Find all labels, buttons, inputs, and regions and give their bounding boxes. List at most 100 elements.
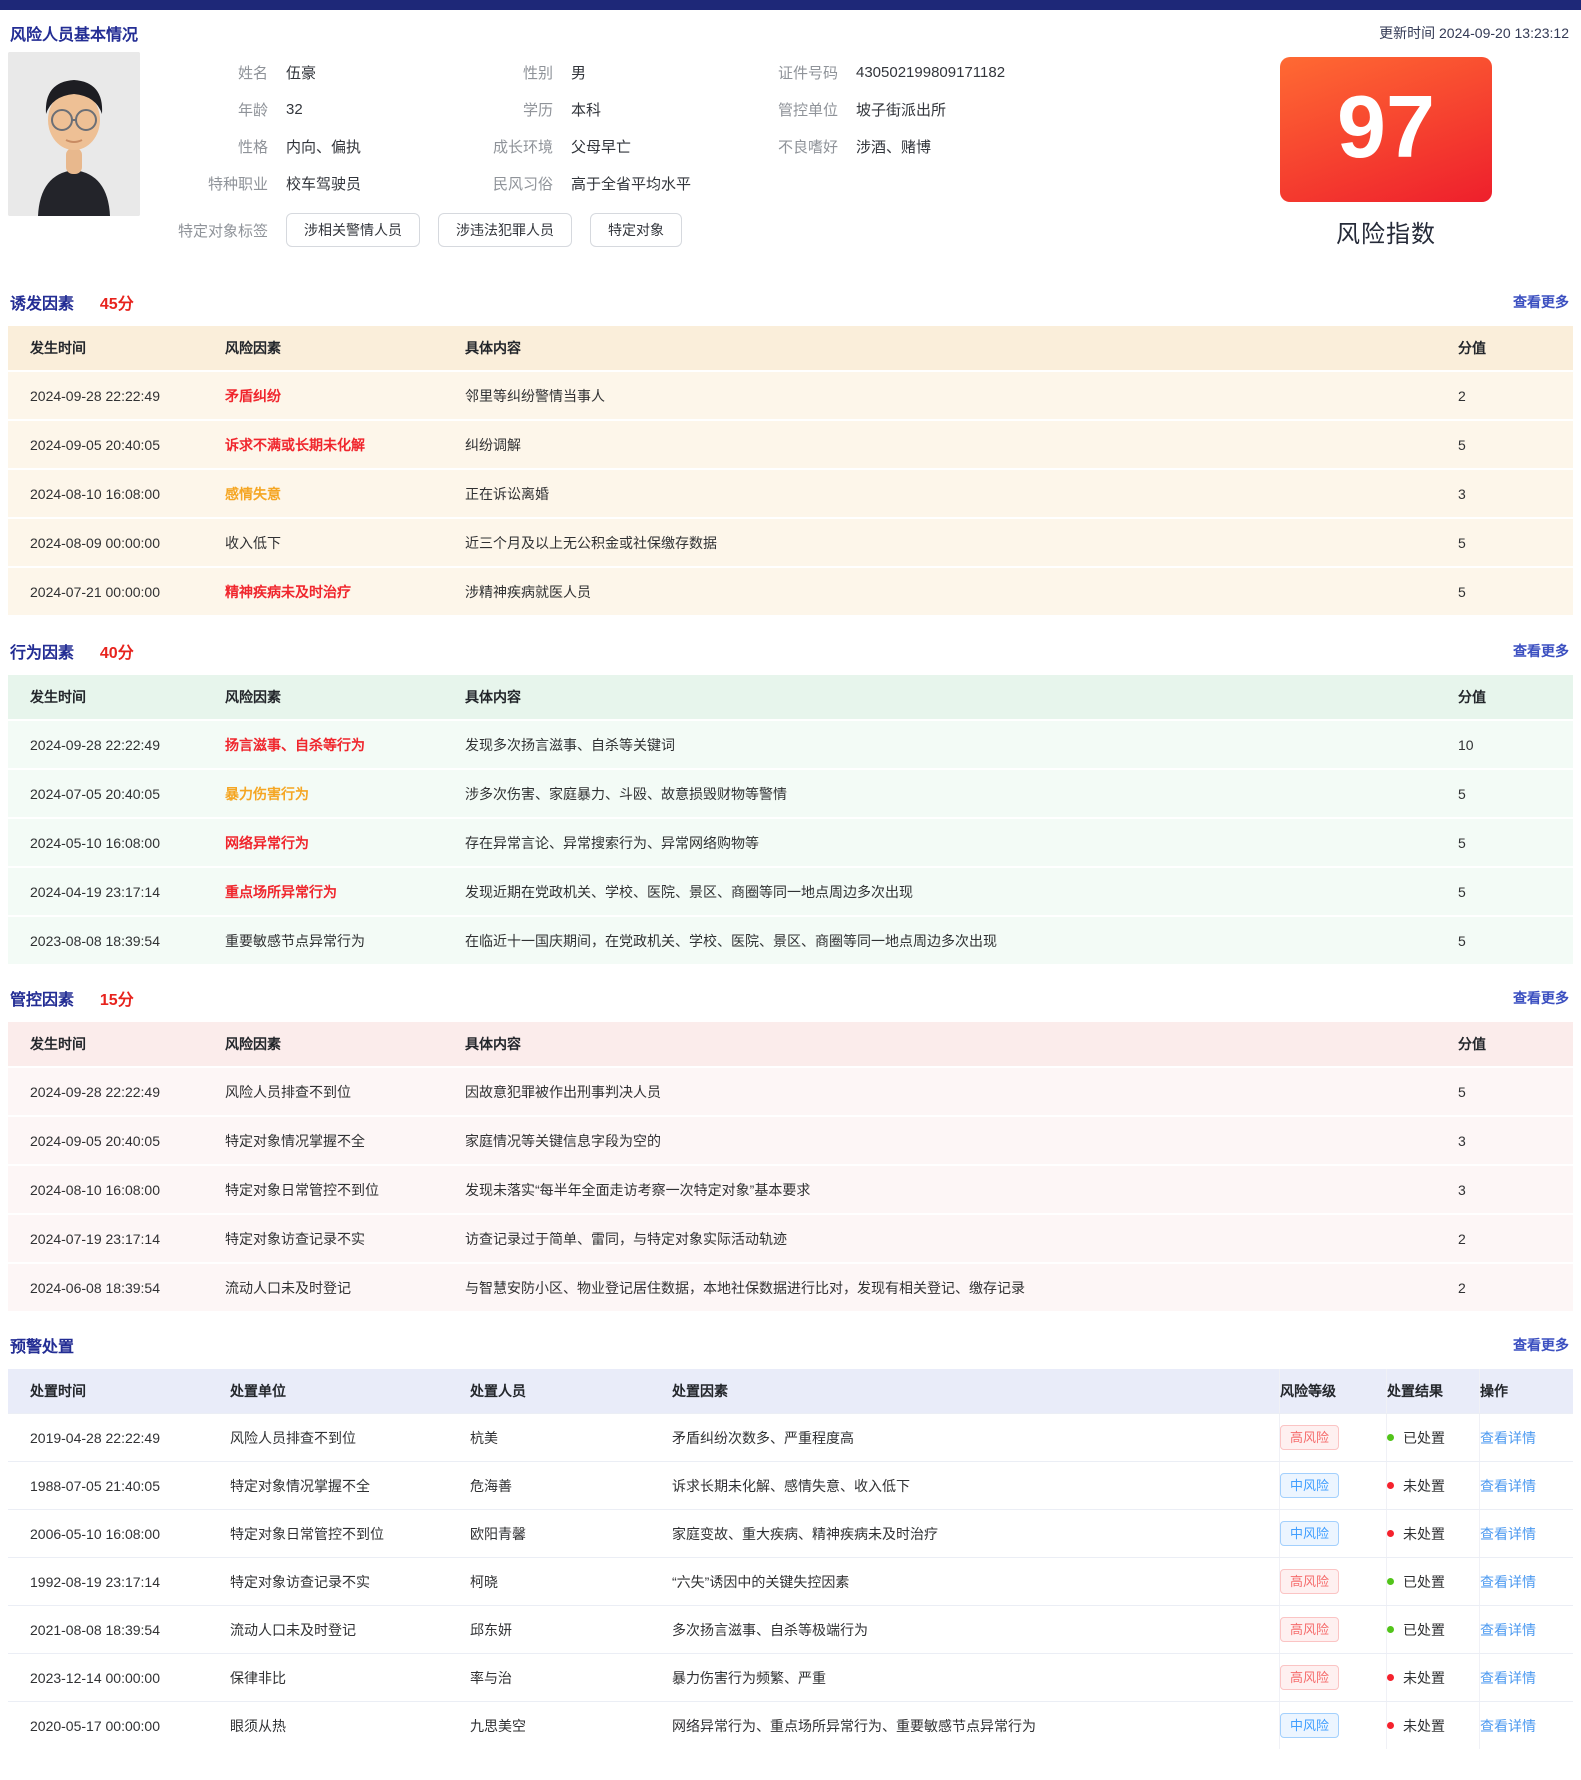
col-header-time: 发生时间 (8, 1034, 225, 1054)
col-header-unit: 处置单位 (230, 1381, 470, 1401)
profile-field: 学历 本科 (420, 91, 691, 128)
table-row: 2024-08-10 16:08:00 特定对象日常管控不到位 发现未落实“每半… (8, 1164, 1573, 1213)
cell-risk-level: 中风险 (1279, 1510, 1386, 1557)
factor-text: 诉求不满或长期未化解 (225, 437, 365, 453)
cell-time: 2024-04-19 23:17:14 (8, 884, 225, 900)
cell-time: 2019-04-28 22:22:49 (8, 1430, 230, 1446)
cell-factor: 精神疾病未及时治疗 (225, 582, 465, 602)
cell-content: 因故意犯罪被作出刑事判决人员 (465, 1082, 1458, 1102)
section-score: 40分 (100, 645, 134, 662)
view-more-link[interactable]: 查看更多 (1513, 1335, 1569, 1355)
cell-risk-level: 中风险 (1279, 1462, 1386, 1509)
cell-risk-level: 高风险 (1279, 1558, 1386, 1605)
table-row: 2024-09-28 22:22:49 矛盾纠纷 邻里等纠纷警情当事人 2 (8, 370, 1573, 419)
profile-panel: 姓名 伍豪 年龄 32 性格 内向、偏执 特种职业 校车驾驶员 性别 男 (0, 50, 1581, 250)
cell-content: 家庭情况等关键信息字段为空的 (465, 1131, 1458, 1151)
profile-fields-column-3: 证件号码 430502199809171182 管控单位 坡子街派出所 不良嗜好… (700, 54, 1005, 165)
cell-score: 5 (1458, 933, 1573, 949)
cell-result: 已处置 (1386, 1414, 1479, 1461)
factor-text: 精神疾病未及时治疗 (225, 584, 351, 600)
portrait-illustration (8, 52, 140, 216)
cell-content: 近三个月及以上无公积金或社保缴存数据 (465, 533, 1458, 553)
view-detail-link[interactable]: 查看详情 (1480, 1716, 1536, 1736)
col-header-score: 分值 (1458, 687, 1573, 707)
table-row: 2021-08-08 18:39:54 流动人口未及时登记 邱东妍 多次扬言滋事… (8, 1605, 1573, 1653)
view-detail-link[interactable]: 查看详情 (1480, 1668, 1536, 1688)
status-dot-icon (1387, 1482, 1394, 1489)
cell-person: 率与治 (470, 1668, 672, 1688)
view-detail-link[interactable]: 查看详情 (1480, 1524, 1536, 1544)
view-detail-link[interactable]: 查看详情 (1480, 1428, 1536, 1448)
cell-time: 2024-06-08 18:39:54 (8, 1280, 225, 1296)
field-value: 父母早亡 (571, 136, 631, 157)
cell-score: 5 (1458, 584, 1573, 600)
view-more-link[interactable]: 查看更多 (1513, 641, 1569, 661)
cell-person: 危海善 (470, 1476, 672, 1496)
profile-fields-column-1: 姓名 伍豪 年龄 32 性格 内向、偏执 特种职业 校车驾驶员 (140, 54, 361, 202)
alert-disposal-table: 处置时间 处置单位 处置人员 处置因素 风险等级 处置结果 操作 2019-04… (8, 1369, 1573, 1749)
profile-field: 性格 内向、偏执 (140, 128, 361, 165)
cell-time: 2024-09-05 20:40:05 (8, 1133, 225, 1149)
result-status: 未处置 (1387, 1716, 1445, 1736)
cell-factor: 流动人口未及时登记 (225, 1278, 465, 1298)
cell-factor: 风险人员排查不到位 (225, 1082, 465, 1102)
cell-action: 查看详情 (1479, 1510, 1573, 1557)
top-accent-bar (0, 0, 1581, 10)
field-label: 性别 (420, 62, 553, 83)
cell-risk-level: 高风险 (1279, 1414, 1386, 1461)
status-dot-icon (1387, 1530, 1394, 1537)
view-more-link[interactable]: 查看更多 (1513, 988, 1569, 1008)
factor-text: 感情失意 (225, 486, 281, 502)
page-title: 风险人员基本情况 (10, 21, 138, 45)
section-score: 45分 (100, 296, 134, 313)
cell-factor: 暴力伤害行为频繁、严重 (672, 1668, 1279, 1688)
table-row: 1988-07-05 21:40:05 特定对象情况掌握不全 危海善 诉求长期未… (8, 1461, 1573, 1509)
cell-score: 10 (1458, 737, 1573, 753)
factor-text: 扬言滋事、自杀等行为 (225, 737, 365, 753)
risk-level-badge: 高风险 (1280, 1665, 1339, 1690)
cell-content: 纠纷调解 (465, 435, 1458, 455)
col-header-content: 具体内容 (465, 1034, 1458, 1054)
col-header-content: 具体内容 (465, 338, 1458, 358)
view-more-link[interactable]: 查看更多 (1513, 292, 1569, 312)
profile-fields-column-2: 性别 男 学历 本科 成长环境 父母早亡 民风习俗 高于全省平均水平 (420, 54, 691, 202)
updated-time: 更新时间 2024-09-20 13:23:12 (1379, 23, 1569, 43)
cell-content: 邻里等纠纷警情当事人 (465, 386, 1458, 406)
subject-tag: 涉违法犯罪人员 (438, 213, 572, 247)
col-header-factor: 风险因素 (225, 338, 465, 358)
cell-factor: 暴力伤害行为 (225, 784, 465, 804)
cell-score: 3 (1458, 486, 1573, 502)
result-text: 未处置 (1403, 1524, 1445, 1544)
cell-time: 2024-09-28 22:22:49 (8, 1084, 225, 1100)
factor-text: 流动人口未及时登记 (225, 1280, 351, 1296)
result-text: 已处置 (1403, 1620, 1445, 1640)
profile-field: 姓名 伍豪 (140, 54, 361, 91)
cell-time: 2024-09-28 22:22:49 (8, 388, 225, 404)
cell-person: 欧阳青馨 (470, 1524, 672, 1544)
cell-risk-level: 中风险 (1279, 1702, 1386, 1749)
profile-field: 民风习俗 高于全省平均水平 (420, 165, 691, 202)
section-title-group: 行为因素 40分 (10, 639, 134, 663)
view-detail-link[interactable]: 查看详情 (1480, 1620, 1536, 1640)
cell-content: 与智慧安防小区、物业登记居住数据，本地社保数据进行比对，发现有相关登记、缴存记录 (465, 1278, 1458, 1298)
cell-person: 杭美 (470, 1428, 672, 1448)
view-detail-link[interactable]: 查看详情 (1480, 1572, 1536, 1592)
field-value: 校车驾驶员 (286, 173, 361, 194)
section-header-alert-disposal: 预警处置 查看更多 (0, 1335, 1581, 1355)
cell-factor: 家庭变故、重大疾病、精神疾病未及时治疗 (672, 1524, 1279, 1544)
view-detail-link[interactable]: 查看详情 (1480, 1476, 1536, 1496)
table-row: 1992-08-19 23:17:14 特定对象访查记录不实 柯晓 “六失”诱因… (8, 1557, 1573, 1605)
cell-factor: 矛盾纠纷 (225, 386, 465, 406)
cell-factor: 感情失意 (225, 484, 465, 504)
cell-result: 未处置 (1386, 1702, 1479, 1749)
field-label: 民风习俗 (420, 173, 553, 194)
table-row: 2024-05-10 16:08:00 网络异常行为 存在异常言论、异常搜索行为… (8, 817, 1573, 866)
col-header-time: 发生时间 (8, 338, 225, 358)
cell-time: 2024-09-28 22:22:49 (8, 737, 225, 753)
cell-score: 5 (1458, 835, 1573, 851)
cell-unit: 特定对象日常管控不到位 (230, 1524, 470, 1544)
cell-time: 2024-07-21 00:00:00 (8, 584, 225, 600)
cell-factor: 多次扬言滋事、自杀等极端行为 (672, 1620, 1279, 1640)
table-row: 2023-12-14 00:00:00 保律非比 率与治 暴力伤害行为频繁、严重… (8, 1653, 1573, 1701)
field-label: 不良嗜好 (700, 136, 838, 157)
